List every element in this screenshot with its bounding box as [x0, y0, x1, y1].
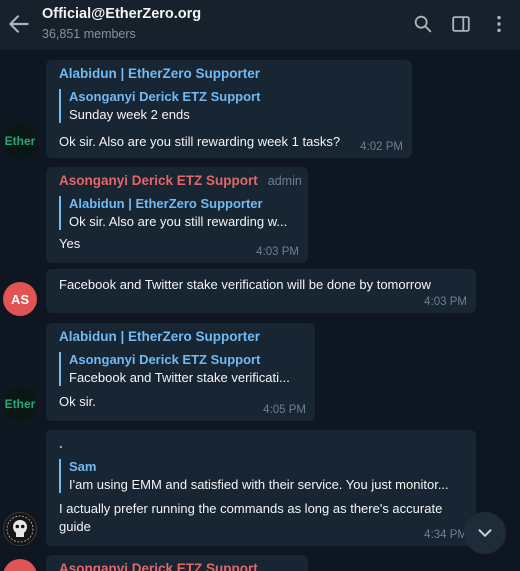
- admin-badge: admin: [267, 174, 302, 188]
- chevron-down-icon: [478, 529, 492, 537]
- message-bubble[interactable]: Asonganyi Derick ETZ Support admin Alabid…: [46, 167, 308, 263]
- avatar-label: AS: [10, 291, 30, 307]
- message-bubble[interactable]: Alabidun | EtherZero Supporter Asonganyi…: [46, 60, 412, 158]
- reply-text: Ok sir. Also are you still rewarding w..…: [69, 214, 288, 229]
- message-text: Ok sir. Also are you still rewarding wee…: [59, 134, 341, 149]
- reply-text: I'am using EMM and satisfied with their …: [69, 477, 449, 492]
- reply-sender: Sam: [69, 459, 97, 474]
- scroll-down-button[interactable]: [464, 512, 506, 554]
- avatar[interactable]: AS: [3, 282, 37, 316]
- message-time: 4:03 PM: [256, 246, 299, 258]
- message-sender[interactable]: Asonganyi Derick ETZ Support admin: [59, 173, 302, 190]
- message-bubble[interactable]: Alabidun | EtherZero Supporter Asonganyi…: [46, 323, 315, 421]
- message-time: 4:05 PM: [263, 404, 306, 416]
- reply-text: Facebook and Twitter stake verificati...: [69, 370, 290, 385]
- message-time: 4:34 PM: [424, 529, 467, 541]
- skull-icon: [6, 515, 34, 543]
- chat-header: Official@EtherZero.org 36,851 members: [0, 0, 520, 50]
- reply-sender: Asonganyi Derick ETZ Support: [69, 89, 261, 104]
- message-text: Facebook and Twitter stake verification …: [59, 277, 431, 292]
- arrow-left-icon[interactable]: [6, 11, 32, 37]
- reply-preview[interactable]: Sam I'am using EMM and satisfied with th…: [59, 459, 463, 493]
- message-bubble[interactable]: Facebook and Twitter stake verification …: [46, 269, 476, 313]
- message-bubble[interactable]: Asonganyi Derick ETZ Support: [46, 555, 308, 571]
- reply-preview[interactable]: Asonganyi Derick ETZ Support Facebook an…: [59, 352, 302, 386]
- message-list[interactable]: Alabidun | EtherZero Supporter Asonganyi…: [0, 50, 520, 571]
- avatar-label: Ether: [4, 397, 36, 411]
- reply-preview[interactable]: Asonganyi Derick ETZ Support Sunday week…: [59, 89, 399, 123]
- message-sender[interactable]: .: [59, 436, 463, 453]
- message-sender[interactable]: Alabidun | EtherZero Supporter: [59, 329, 302, 346]
- sender-name: Asonganyi Derick ETZ Support: [59, 173, 258, 188]
- message-time: 4:03 PM: [424, 296, 467, 308]
- reply-preview[interactable]: Alabidun | EtherZero Supporter Ok sir. A…: [59, 196, 295, 230]
- message-sender[interactable]: Alabidun | EtherZero Supporter: [59, 66, 399, 83]
- message-sender[interactable]: Asonganyi Derick ETZ Support: [59, 561, 295, 571]
- avatar[interactable]: [3, 559, 37, 571]
- reply-sender: Asonganyi Derick ETZ Support: [69, 352, 261, 367]
- chat-info[interactable]: Official@EtherZero.org 36,851 members: [42, 6, 201, 41]
- reply-sender: Alabidun | EtherZero Supporter: [69, 196, 263, 211]
- member-count: 36,851 members: [42, 27, 136, 41]
- avatar[interactable]: Ether: [3, 387, 37, 421]
- sidebar-toggle-icon[interactable]: [450, 13, 472, 35]
- more-vertical-icon[interactable]: [488, 13, 510, 35]
- chat-title: Official@EtherZero.org: [42, 6, 202, 22]
- avatar[interactable]: Ether: [3, 124, 37, 158]
- reply-text: Sunday week 2 ends: [69, 107, 190, 122]
- search-icon[interactable]: [412, 13, 434, 35]
- avatar-label: Ether: [4, 134, 36, 148]
- message-bubble[interactable]: . Sam I'am using EMM and satisfied with …: [46, 430, 476, 546]
- avatar[interactable]: [3, 512, 37, 546]
- message-text: I actually prefer running the commands a…: [59, 501, 443, 534]
- message-time: 4:02 PM: [360, 141, 403, 153]
